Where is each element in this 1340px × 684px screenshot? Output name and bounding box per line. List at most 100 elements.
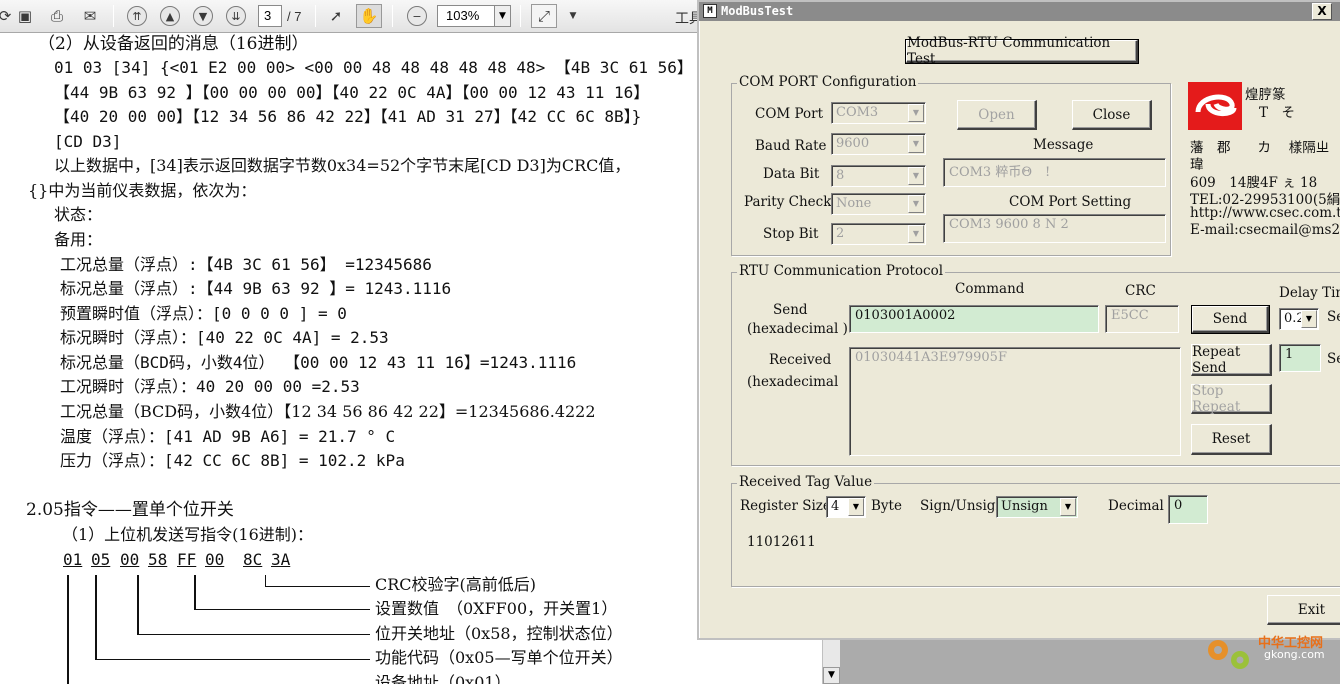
prev-page-icon[interactable]: ▲ (157, 4, 183, 28)
close-icon[interactable]: X (1312, 3, 1332, 20)
com-port-label: COM Port (755, 106, 824, 122)
last-page-icon[interactable]: ⇊ (223, 4, 249, 28)
annotation: 功能代码（0x05—写单个位开关） (375, 648, 623, 667)
sign-select[interactable]: Unsign ▼ (996, 496, 1078, 518)
text-line: 预置瞬时值（浮点）：[0 0 0 0 ] = 0 (60, 304, 347, 323)
parity-label: Parity Check (744, 194, 832, 210)
zoom-out-icon[interactable]: − (404, 4, 430, 28)
dialog-title: ModBusTest (721, 4, 794, 18)
text-line: 01 03 [34] {<01 E2 00 00> <00 00 48 48 4… (54, 58, 693, 77)
text-line: 备用： (54, 230, 103, 249)
next-page-icon[interactable]: ▼ (190, 4, 216, 28)
byte-8c: 8C (243, 550, 263, 569)
zoom-level[interactable]: 103% (437, 5, 495, 27)
hand-tool-icon[interactable]: ✋ (356, 4, 382, 28)
parity-select[interactable]: None ▼ (831, 193, 926, 215)
text-line: （1）上位机发送写指令(16进制)： (62, 525, 314, 544)
print-icon[interactable]: ⎙ (44, 4, 70, 28)
chevron-down-icon: ▼ (908, 135, 924, 153)
dialog-titlebar[interactable]: M ModBusTest (699, 2, 1340, 21)
received-field: 01030441A3E979905F (849, 347, 1181, 456)
baud-rate-select[interactable]: 9600 ▼ (831, 133, 926, 155)
email-icon[interactable]: ✉ (77, 4, 103, 28)
modbus-dialog: M ModBusTest X ModBus-RTU Communication … (697, 0, 1340, 640)
chevron-down-icon: ▼ (908, 225, 924, 243)
zoom-dropdown-icon[interactable]: ▼ (494, 5, 511, 27)
repeat-send-button[interactable]: Repeat Send (1191, 344, 1272, 376)
byte-3a: 3A (271, 550, 291, 569)
chevron-down-icon: ▼ (908, 195, 924, 213)
byte-label: Byte (871, 498, 902, 514)
section-heading: 2.05指令——置单个位开关 (26, 500, 234, 520)
exit-button[interactable]: Exit (1267, 595, 1340, 625)
command-label: Command (955, 281, 1025, 297)
com-port-select[interactable]: COM3 ▼ (831, 102, 926, 124)
stop-bit-select[interactable]: 2 ▼ (831, 223, 926, 245)
annotation: CRC校验字(高前低后) (375, 575, 537, 594)
company-line3: 藩 郡 カ 樣隔ㄓ (1190, 140, 1330, 156)
crc-leader-line (265, 586, 370, 587)
stop-bit-label: Stop Bit (763, 226, 819, 242)
company-web: http://www.csec.com.tw (1190, 205, 1340, 221)
register-size-select[interactable]: 4 ▼ (826, 496, 866, 518)
decimal-input[interactable]: 0 (1168, 495, 1208, 524)
baud-rate-label: Baud Rate (755, 138, 827, 154)
register-size-label: Register Size (740, 498, 831, 514)
reset-button[interactable]: Reset (1191, 424, 1272, 455)
data-bit-select[interactable]: 8 ▼ (831, 165, 926, 187)
received-hex-label: (hexadecimal (747, 374, 839, 390)
text-line: 【40 20 00 00】【12 34 56 86 42 22】【41 AD 3… (54, 107, 642, 126)
fit-page-icon[interactable]: ⤢ (531, 4, 557, 28)
delay-select[interactable]: 0.2 ▼ (1279, 308, 1319, 330)
send-button[interactable]: Send (1191, 305, 1270, 334)
send-command-input[interactable]: 0103001A0002 (849, 305, 1099, 333)
received-label: Received (769, 352, 832, 368)
stop-repeat-button[interactable]: Stop Repeat (1191, 383, 1272, 415)
close-button[interactable]: Close (1072, 100, 1152, 130)
text-line: 工况总量（BCD码，小数4位）【12 34 56 86 42 22】=12345… (60, 402, 596, 421)
value-leader-line (194, 609, 370, 610)
message-label: Message (1033, 137, 1094, 153)
send-hex-label: (hexadecimal ) (747, 321, 848, 337)
select-cursor-icon[interactable]: ➚ (323, 4, 349, 28)
gear-icon (1208, 640, 1249, 669)
com-port-group-label: COM PORT Configuration (737, 74, 919, 90)
watermark-line2: gkong.com (1264, 648, 1325, 661)
page-number-input[interactable]: 3 (258, 5, 282, 27)
seconds-label: Se (1327, 309, 1340, 325)
data-bit-label: Data Bit (763, 166, 820, 182)
chevron-down-icon: ▼ (1060, 498, 1076, 516)
address-leader-line (137, 634, 370, 635)
text-line: 工况总量（浮点）:【4B 3C 61 56】 =12345686 (60, 255, 432, 274)
rtu-group-label: RTU Communication Protocol (737, 263, 946, 279)
annotation: 设置数值 （0XFF00，开关置1） (375, 599, 618, 618)
open-button[interactable]: Open (957, 100, 1037, 130)
text-line: 标况瞬时（浮点）：[40 22 0C 4A] = 2.53 (60, 328, 389, 347)
text-line: （2）从设备返回的消息（16进制） (38, 34, 309, 54)
byte-00b: 00 (205, 550, 225, 569)
company-line2: T そ (1259, 105, 1296, 121)
text-line: 以上数据中，[34]表示返回数据字节数0x34=52个字节末尾[CD D3]为C… (54, 156, 631, 175)
toolbar-menu-icon[interactable]: ▼ (560, 4, 586, 28)
sign-label: Sign/Unsign (920, 498, 1005, 514)
chevron-down-icon: ▼ (908, 167, 924, 185)
decimal-label: Decimal (1108, 498, 1164, 514)
result-value: 11012611 (747, 534, 816, 550)
text-line: 标况总量（BCD码，小数4位） 【00 00 12 43 11 16】=1243… (60, 353, 577, 372)
save-icon[interactable]: ▣ (12, 4, 38, 28)
text-line: {}中为当前仪表数据，依次为： (28, 181, 257, 200)
send-label: Send (773, 302, 808, 318)
byte-01: 01 (63, 550, 83, 569)
first-page-icon[interactable]: ⇈ (124, 4, 150, 28)
message-field: COM3 粹币Θ ! (943, 158, 1166, 187)
function-leader-line (95, 659, 370, 660)
byte-00: 00 (120, 550, 140, 569)
text-line: 状态： (54, 205, 103, 224)
annotation: 设备地址（0x01） (375, 673, 511, 684)
port-setting-label: COM Port Setting (1009, 194, 1132, 210)
app-icon: M (703, 4, 717, 18)
chevron-down-icon: ▼ (1301, 310, 1317, 328)
repeat-count-input[interactable]: 1 (1279, 344, 1321, 372)
header-button[interactable]: ModBus-RTU Communication Test (905, 35, 1139, 67)
scroll-down-icon[interactable]: ▼ (823, 667, 840, 684)
